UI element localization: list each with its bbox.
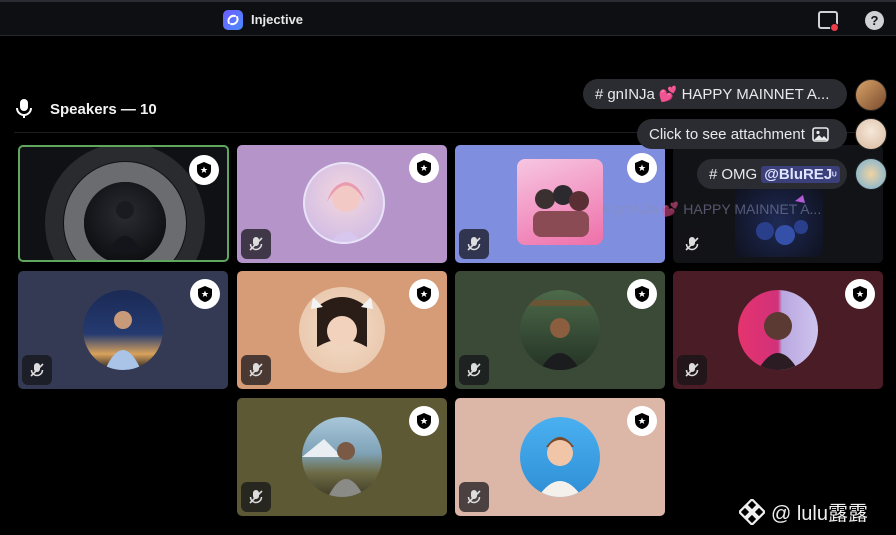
muted-mic-icon — [241, 482, 271, 512]
speaker-tile-2[interactable] — [237, 145, 447, 263]
avatar — [299, 287, 385, 373]
speaker-tile-9[interactable] — [237, 398, 447, 516]
speakers-header: Speakers — 10 — [14, 96, 157, 122]
message-text: gnINJa — [607, 85, 655, 103]
muted-mic-icon — [241, 229, 271, 259]
chat-avatar[interactable] — [855, 118, 887, 150]
chat-message-2[interactable]: Click to see attachment — [637, 119, 847, 149]
user-mention[interactable]: @BluREJᵁ — [761, 165, 840, 183]
muted-mic-icon — [677, 355, 707, 385]
fading-chat-message: # gnINJa 💕 HAPPY MAINNET A... — [602, 201, 822, 217]
app-title: Injective — [251, 12, 304, 27]
avatar — [520, 417, 600, 497]
avatar — [520, 290, 600, 370]
muted-mic-icon — [241, 355, 271, 385]
binance-logo-icon — [739, 498, 765, 525]
help-icon[interactable]: ? — [865, 11, 884, 30]
microphone-icon — [16, 99, 32, 118]
avatar — [83, 290, 163, 370]
avatar — [303, 162, 385, 244]
moderator-shield-icon — [845, 279, 875, 309]
moderator-shield-icon — [189, 155, 219, 185]
chat-avatar[interactable] — [855, 158, 887, 190]
moderator-shield-icon — [409, 406, 439, 436]
hash-prefix: # — [709, 165, 718, 183]
muted-mic-icon — [677, 229, 707, 259]
image-icon — [812, 126, 829, 142]
message-text: OMG — [721, 165, 758, 183]
muted-mic-icon — [459, 482, 489, 512]
moderator-shield-icon — [627, 153, 657, 183]
avatar — [302, 417, 382, 497]
title-bar: Injective ? — [0, 0, 896, 36]
watermark: @ lulu露露 — [739, 497, 868, 526]
moderator-shield-icon — [627, 406, 657, 436]
avatar — [517, 159, 603, 245]
moderator-shield-icon — [409, 153, 439, 183]
attachment-text: Click to see attachment — [649, 125, 805, 143]
hash-prefix: # — [595, 85, 604, 103]
chat-message-3[interactable]: # OMG @BluREJᵁ — [697, 159, 847, 189]
avatar — [84, 182, 166, 260]
moderator-shield-icon — [627, 279, 657, 309]
muted-mic-icon — [459, 355, 489, 385]
avatar — [738, 290, 818, 370]
speaker-tile-7[interactable] — [455, 271, 665, 389]
moderator-shield-icon — [409, 279, 439, 309]
chat-avatar[interactable] — [855, 79, 887, 111]
speaker-tile-8[interactable] — [673, 271, 883, 389]
moderator-shield-icon — [190, 279, 220, 309]
speaker-tile-10[interactable] — [455, 398, 665, 516]
speakers-title: Speakers — 10 — [50, 100, 157, 118]
injective-logo-icon — [223, 10, 243, 30]
muted-mic-icon — [459, 229, 489, 259]
watermark-text: @ lulu露露 — [771, 503, 868, 525]
heart-emoji: 💕 — [658, 86, 678, 103]
message-text-rest: HAPPY MAINNET A... — [681, 85, 830, 103]
speaker-tile-1[interactable] — [18, 145, 229, 262]
speaker-tile-5[interactable] — [18, 271, 228, 389]
speaker-tile-6[interactable] — [237, 271, 447, 389]
chat-message-1[interactable]: # gnINJa 💕 HAPPY MAINNET A... — [583, 79, 847, 109]
muted-mic-icon — [22, 355, 52, 385]
notification-dot — [830, 23, 839, 32]
